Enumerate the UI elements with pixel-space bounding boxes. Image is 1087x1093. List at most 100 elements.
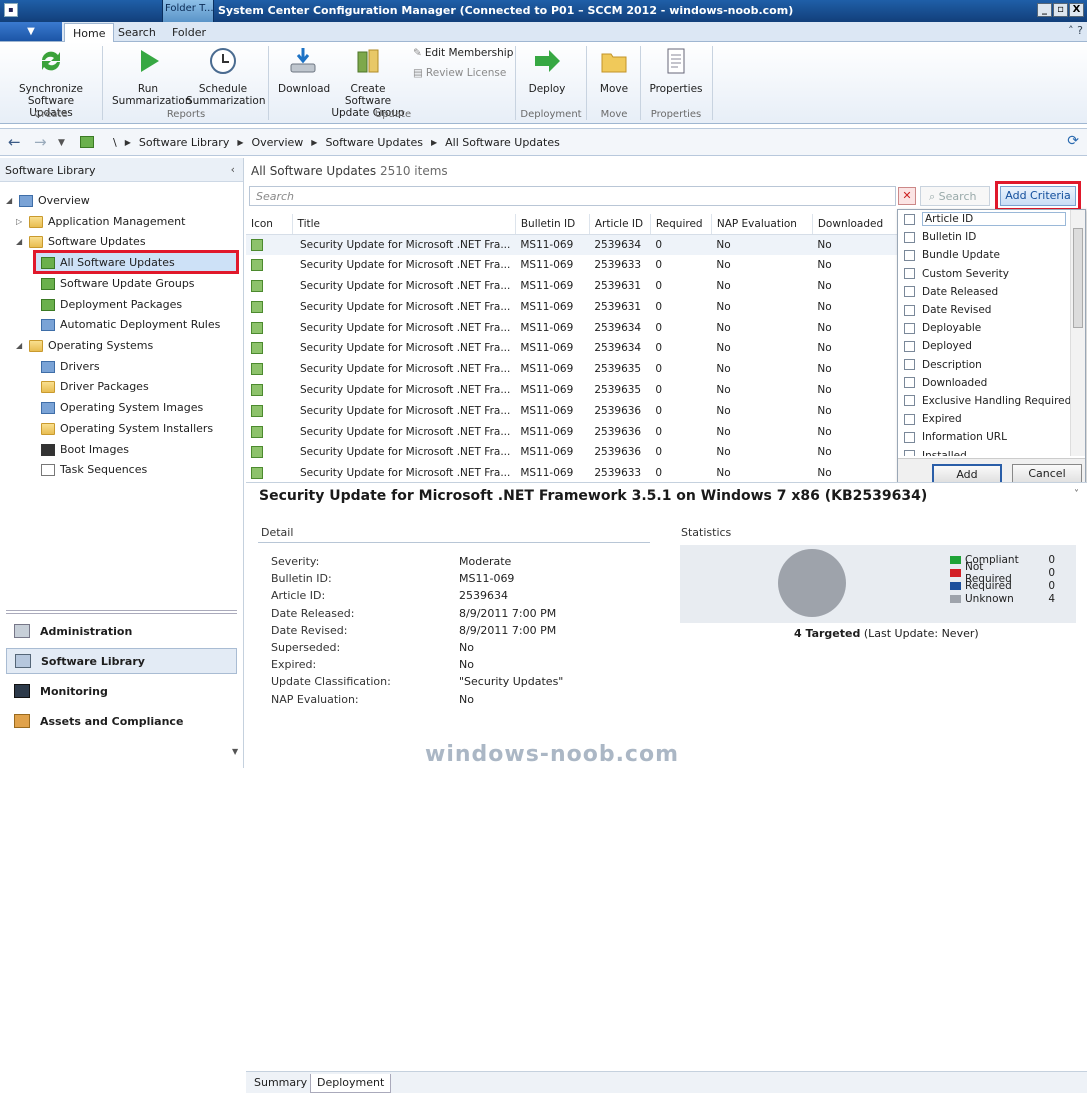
criteria-checkbox[interactable]: [904, 249, 915, 261]
close-button[interactable]: X: [1069, 3, 1084, 17]
criteria-checkbox[interactable]: [904, 359, 915, 371]
criteria-item[interactable]: Installed: [898, 446, 1070, 456]
table-row[interactable]: Security Update for Microsoft .NET Fra..…: [246, 400, 898, 421]
splitter[interactable]: [6, 610, 237, 614]
collapsed-icon[interactable]: ▷: [16, 217, 24, 226]
move-button[interactable]: Move: [594, 46, 634, 95]
criteria-item[interactable]: Expired: [898, 410, 1070, 428]
table-row[interactable]: Security Update for Microsoft .NET Fra..…: [246, 234, 898, 255]
expanded-icon[interactable]: ◢: [6, 196, 14, 205]
criteria-item[interactable]: Downloaded: [898, 374, 1070, 392]
add-criteria-button[interactable]: Add Criteria ▾: [1000, 186, 1076, 220]
table-row[interactable]: Security Update for Microsoft .NET Fra..…: [246, 380, 898, 401]
column-header-nap-evaluation[interactable]: NAP Evaluation: [711, 214, 813, 235]
collapse-details-icon[interactable]: ˅: [1074, 489, 1079, 500]
table-row[interactable]: Security Update for Microsoft .NET Fra..…: [246, 338, 898, 359]
criteria-item[interactable]: Article ID: [898, 210, 1070, 228]
app-menu-button[interactable]: ▼: [0, 22, 62, 41]
tree-item-drivers[interactable]: Drivers: [41, 360, 100, 373]
criteria-checkbox[interactable]: [904, 395, 915, 407]
table-row[interactable]: Security Update for Microsoft .NET Fra..…: [246, 359, 898, 380]
tree-item-operating-systems[interactable]: ◢ Operating Systems: [16, 339, 153, 352]
workspace-monitoring[interactable]: Monitoring: [6, 678, 237, 704]
app-icon[interactable]: ▪: [4, 3, 18, 17]
criteria-checkbox[interactable]: [904, 450, 915, 456]
add-button[interactable]: Add: [932, 464, 1002, 484]
tree-item-os-installers[interactable]: Operating System Installers: [41, 422, 213, 435]
tab-folder[interactable]: Folder: [164, 23, 214, 42]
criteria-item[interactable]: Exclusive Handling Required: [898, 392, 1070, 410]
help-icon[interactable]: ˄ ?: [1068, 24, 1083, 37]
tab-deployment[interactable]: Deployment: [310, 1074, 392, 1093]
run-summarization-button[interactable]: Run Summarization: [112, 46, 192, 107]
column-header-title[interactable]: Title: [292, 214, 516, 235]
expanded-icon[interactable]: ◢: [16, 237, 24, 246]
breadcrumb-software-updates[interactable]: Software Updates: [325, 136, 423, 149]
search-button[interactable]: ⌕ Search: [920, 186, 990, 206]
tree-item-deployment-packages[interactable]: Deployment Packages: [41, 298, 182, 311]
breadcrumb-root[interactable]: \: [113, 136, 117, 149]
criteria-item[interactable]: Deployable: [898, 319, 1070, 337]
tab-home[interactable]: Home: [64, 23, 115, 42]
criteria-checkbox[interactable]: [904, 340, 915, 352]
column-header-required[interactable]: Required: [650, 214, 712, 235]
tree-item-overview[interactable]: ◢ Overview: [6, 194, 90, 207]
tree-item-automatic-deployment-rules[interactable]: Automatic Deployment Rules: [41, 318, 220, 331]
column-header-downloaded[interactable]: Downloaded: [812, 214, 898, 235]
table-row[interactable]: Security Update for Microsoft .NET Fra..…: [246, 276, 898, 297]
criteria-checkbox[interactable]: [904, 322, 915, 334]
download-button[interactable]: Download: [278, 46, 330, 95]
tree-item-all-software-updates[interactable]: All Software Updates: [41, 256, 175, 269]
criteria-item[interactable]: Custom Severity: [898, 265, 1070, 283]
refresh-icon[interactable]: ⟳: [1067, 133, 1079, 149]
scrollbar-thumb[interactable]: [1073, 228, 1083, 328]
tree-item-boot-images[interactable]: Boot Images: [41, 443, 129, 456]
criteria-checkbox[interactable]: [904, 213, 915, 225]
table-row[interactable]: Security Update for Microsoft .NET Fra..…: [246, 296, 898, 317]
criteria-item[interactable]: Bulletin ID: [898, 228, 1070, 246]
tab-search[interactable]: Search: [110, 23, 164, 42]
criteria-item[interactable]: Bundle Update: [898, 246, 1070, 264]
table-row[interactable]: Security Update for Microsoft .NET Fra..…: [246, 421, 898, 442]
criteria-item[interactable]: Information URL: [898, 428, 1070, 446]
criteria-item[interactable]: Deployed: [898, 337, 1070, 355]
tree-item-application-management[interactable]: ▷ Application Management: [16, 215, 185, 228]
workspace-software-library[interactable]: Software Library: [6, 648, 237, 674]
tab-summary[interactable]: Summary: [248, 1074, 313, 1093]
deploy-button[interactable]: Deploy: [524, 46, 570, 95]
configure-buttons-icon[interactable]: ▼: [232, 747, 238, 756]
table-row[interactable]: Security Update for Microsoft .NET Fra..…: [246, 317, 898, 338]
criteria-item[interactable]: Date Revised: [898, 301, 1070, 319]
review-license-button[interactable]: ▤ Review License: [413, 67, 506, 79]
schedule-summarization-button[interactable]: Schedule Summarization: [186, 46, 266, 107]
workspace-administration[interactable]: Administration: [6, 618, 237, 644]
tree-item-software-update-groups[interactable]: Software Update Groups: [41, 277, 195, 290]
tree-item-task-sequences[interactable]: Task Sequences: [41, 463, 147, 476]
table-row[interactable]: Security Update for Microsoft .NET Fra..…: [246, 463, 898, 480]
tree-item-driver-packages[interactable]: Driver Packages: [41, 380, 149, 393]
edit-membership-button[interactable]: ✎ Edit Membership: [413, 47, 513, 59]
criteria-checkbox[interactable]: [904, 268, 915, 280]
table-row[interactable]: Security Update for Microsoft .NET Fra..…: [246, 442, 898, 463]
minimize-button[interactable]: _: [1037, 3, 1052, 17]
expanded-icon[interactable]: ◢: [16, 341, 24, 350]
collapse-pane-icon[interactable]: ‹: [231, 163, 235, 176]
criteria-checkbox[interactable]: [904, 377, 915, 389]
column-header-icon[interactable]: Icon: [246, 214, 293, 235]
column-header-bulletin-id[interactable]: Bulletin ID: [515, 214, 590, 235]
search-input[interactable]: Search: [249, 186, 896, 206]
tree-item-software-updates[interactable]: ◢ Software Updates: [16, 235, 146, 248]
forward-arrow-icon[interactable]: →: [34, 133, 47, 151]
criteria-checkbox[interactable]: [904, 413, 915, 425]
criteria-scrollbar[interactable]: [1070, 210, 1085, 456]
column-header-article-id[interactable]: Article ID: [589, 214, 651, 235]
criteria-checkbox[interactable]: [904, 431, 915, 443]
history-dropdown-icon[interactable]: ▼: [58, 138, 65, 148]
properties-button[interactable]: Properties: [648, 46, 704, 95]
cancel-button[interactable]: Cancel: [1012, 464, 1082, 484]
criteria-item[interactable]: Date Released: [898, 283, 1070, 301]
criteria-checkbox[interactable]: [904, 304, 915, 316]
table-row[interactable]: Security Update for Microsoft .NET Fra..…: [246, 255, 898, 276]
criteria-checkbox[interactable]: [904, 286, 915, 298]
criteria-checkbox[interactable]: [904, 231, 915, 243]
